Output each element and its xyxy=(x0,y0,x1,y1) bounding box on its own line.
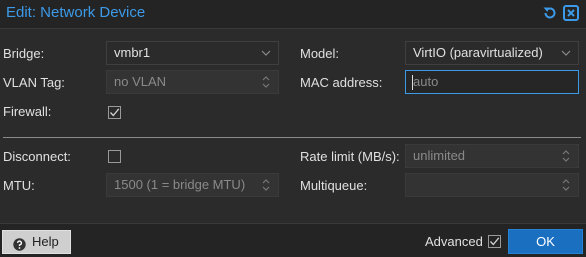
dialog-title: Edit: Network Device xyxy=(6,4,146,21)
mtu-placeholder: 1500 (1 = bridge MTU) xyxy=(114,177,246,192)
dialog-footer: Help Advanced OK xyxy=(0,223,586,257)
form-panel: Bridge: vmbr1 Model: VirtIO (paravirtual… xyxy=(0,28,586,223)
mac-address-input[interactable]: auto xyxy=(405,70,579,94)
rate-limit-label: Rate limit (MB/s): xyxy=(300,149,400,164)
dialog-titlebar: Edit: Network Device xyxy=(0,0,586,28)
mtu-input[interactable]: 1500 (1 = bridge MTU) xyxy=(106,173,279,197)
model-label: Model: xyxy=(300,46,340,61)
reset-icon[interactable] xyxy=(542,5,558,21)
advanced-checkbox[interactable] xyxy=(488,235,501,248)
vlan-tag-placeholder: no VLAN xyxy=(114,74,167,89)
multiqueue-input[interactable] xyxy=(405,173,579,197)
advanced-separator xyxy=(3,137,581,138)
spinner-icon[interactable] xyxy=(260,174,272,196)
bridge-select[interactable]: vmbr1 xyxy=(106,41,279,65)
spinner-icon[interactable] xyxy=(560,145,572,167)
help-button[interactable]: Help xyxy=(2,230,71,254)
checkmark-icon xyxy=(110,108,120,117)
mtu-label: MTU: xyxy=(3,178,35,193)
multiqueue-label: Multiqueue: xyxy=(300,178,368,193)
help-label: Help xyxy=(32,234,59,249)
vlan-tag-input[interactable]: no VLAN xyxy=(106,70,279,94)
rate-limit-input[interactable]: unlimited xyxy=(405,144,579,168)
firewall-label: Firewall: xyxy=(3,104,52,119)
chevron-down-icon[interactable] xyxy=(560,42,572,64)
bridge-label: Bridge: xyxy=(3,46,45,61)
advanced-label: Advanced xyxy=(425,234,483,249)
rate-limit-placeholder: unlimited xyxy=(413,148,466,163)
model-select[interactable]: VirtIO (paravirtualized) xyxy=(405,41,579,65)
model-value: VirtIO (paravirtualized) xyxy=(413,45,543,60)
checkmark-icon xyxy=(490,237,500,246)
chevron-down-icon[interactable] xyxy=(260,42,272,64)
vlan-tag-label: VLAN Tag: xyxy=(3,75,65,90)
disconnect-label: Disconnect: xyxy=(3,149,71,164)
disconnect-checkbox[interactable] xyxy=(108,150,121,163)
help-icon xyxy=(13,236,26,251)
spinner-icon[interactable] xyxy=(260,71,272,93)
mac-address-label: MAC address: xyxy=(300,75,383,90)
firewall-checkbox[interactable] xyxy=(108,106,121,119)
bridge-value: vmbr1 xyxy=(114,45,151,60)
ok-button[interactable]: OK xyxy=(508,229,583,254)
text-cursor xyxy=(412,75,413,90)
close-icon[interactable] xyxy=(563,5,579,21)
mac-address-placeholder: auto xyxy=(413,74,439,89)
spinner-icon[interactable] xyxy=(560,174,572,196)
